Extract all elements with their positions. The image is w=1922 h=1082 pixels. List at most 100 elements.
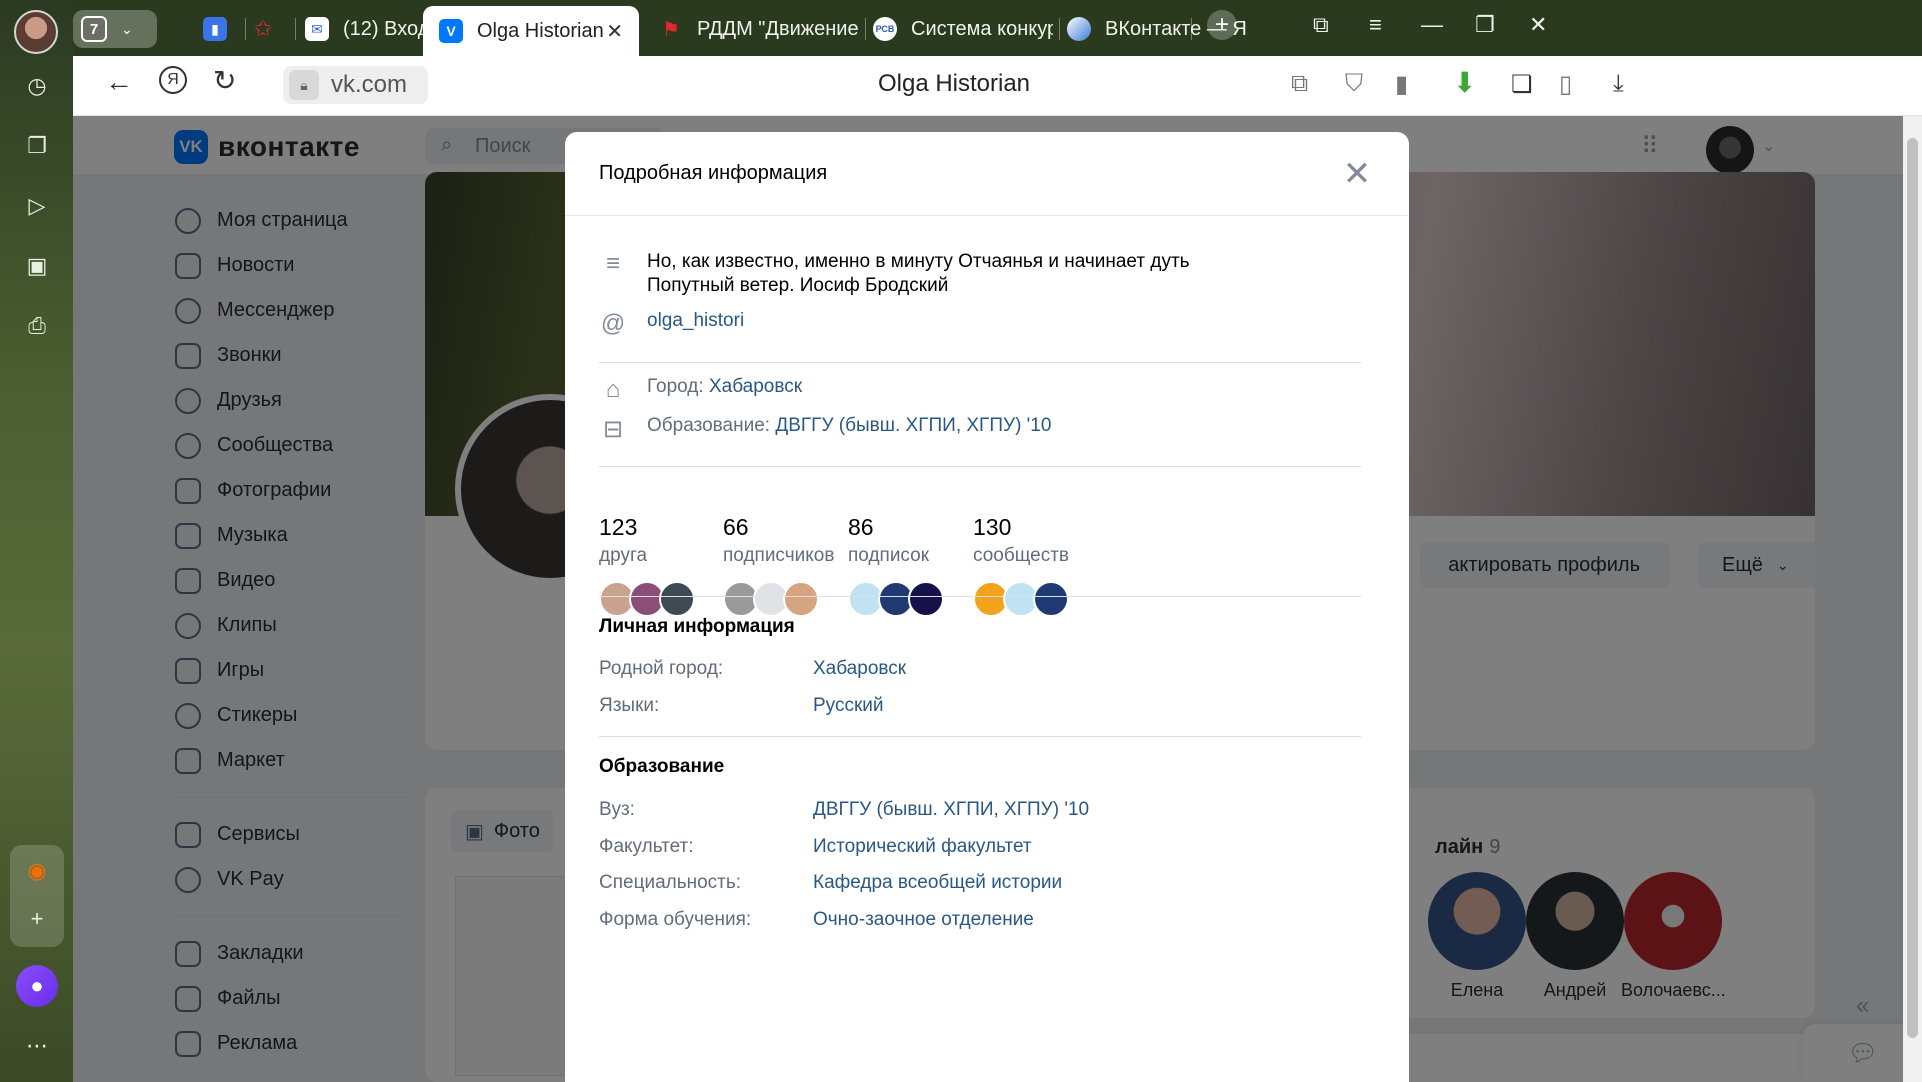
tab-label: Система конкурсо [911,17,1053,40]
city-label: Город: [647,376,704,397]
counter-label: сообществ [973,545,1070,566]
side-panel-tools: ◉ + [10,845,64,947]
counter-label: подписок [848,545,930,566]
divider [599,362,1361,363]
more-icon[interactable]: ⋯ [17,1026,57,1066]
nickname-row: @ olga_histori [599,310,744,338]
study-form-link[interactable]: Очно-заочное отделение [813,909,1034,931]
collections-icon[interactable]: ❐ [17,126,57,166]
divider [599,736,1361,737]
education-title: Образование [599,756,725,777]
music-icon[interactable]: ◉ [17,851,57,891]
avatar-stack [723,581,834,617]
browser-side-panel: ◷ ❐ ▷ ▣ ⎙ ◉ + ● ⋯ [0,0,73,1082]
protect-icon[interactable]: ⛉ [1345,70,1363,98]
collections-toolbar-icon[interactable]: ❏ [1511,70,1533,99]
avatar [1033,581,1069,617]
counter-number: 66 [723,514,749,540]
tab-label: РДДМ "Движение [697,17,859,40]
counter-number: 123 [599,514,638,540]
hometown-label: Родной город: [599,658,724,679]
faculty-label: Факультет: [599,836,694,857]
tab-count-button[interactable]: 7 ⌄ [73,10,157,48]
star-icon: ✩ [253,16,273,41]
close-tab-icon[interactable]: ✕ [606,19,623,44]
at-icon: @ [600,310,626,337]
restore-icon[interactable]: ❐ [1475,12,1495,38]
counter-number: 130 [973,514,1012,540]
chevron-down-icon: ⌄ [121,20,133,37]
avatar-stack [848,581,944,617]
education-label: Образование: [647,415,771,436]
university-label: Вуз: [599,799,635,820]
university-link[interactable]: ДВГГУ (бывш. ХГПИ, ХГПУ) '10 [813,799,1089,821]
nickname-link[interactable]: olga_histori [647,310,744,332]
status-text: Но, как известно, именно в минуту Отчаян… [647,251,1190,296]
avatar [908,581,944,617]
address-bar: ← Я ↻ 🔒︎ vk.com Olga Historian ⧉ ⛉ ▮ ⬇ ❏… [73,56,1922,116]
city-link[interactable]: Хабаровск [709,376,802,398]
personal-info-title: Личная информация [599,616,795,637]
translate-icon[interactable]: ⧉ [1291,70,1308,98]
downloads-icon[interactable]: ⤓ [1613,70,1624,98]
avatar [783,581,819,617]
alice-assistant-icon[interactable]: ● [16,965,58,1007]
followers-counter[interactable]: 66 подписчиков [723,514,834,617]
scrollbar-thumb[interactable] [1907,138,1918,1038]
calendar-icon[interactable]: ▣ [17,246,57,286]
close-window-icon[interactable]: ✕ [1529,12,1547,38]
tab-rddm[interactable]: ⚑ РДДМ "Движение [659,8,859,50]
history-icon[interactable]: ◷ [17,66,57,106]
user-avatar-icon[interactable] [14,10,58,54]
hometown-link[interactable]: Хабаровск [813,658,906,680]
languages-label: Языки: [599,695,660,716]
mail-icon: ✉ [305,17,329,41]
counter-label: друга [599,545,648,566]
new-tab-button[interactable]: + [1207,10,1237,40]
bookmarks-panel-icon[interactable]: ⧉ [1313,12,1329,38]
contest-icon: РСВ [873,17,897,41]
subscriptions-counter[interactable]: 86 подписок [848,514,944,617]
rddm-icon: ⚑ [662,18,680,41]
avatar-stack [599,581,695,617]
home-icon: ⌂ [605,376,621,403]
education-row: ⊟ Образование: ДВГГУ (бывш. ХГПИ, ХГПУ) … [599,415,1052,443]
screenshot-icon[interactable]: ⎙ [17,306,57,346]
scrollbar[interactable] [1903,116,1922,1082]
close-button[interactable]: ✕ [1337,154,1377,194]
tab-count: 7 [81,16,107,42]
vk-icon: V [439,19,463,43]
counter-label: подписчиков [723,545,835,566]
tab-pinned-2[interactable]: ✩ [251,8,287,50]
divider [599,596,1361,597]
add-icon[interactable]: + [17,899,57,939]
details-modal: Подробная информация ✕ ≡ Но, как известн… [565,132,1409,1082]
communities-counter[interactable]: 130 сообществ [973,514,1069,617]
education-link[interactable]: ДВГГУ (бывш. ХГПИ, ХГПУ) '10 [775,415,1051,437]
bookmark-icon[interactable]: ▮ [1395,70,1408,99]
modal-header: Подробная информация ✕ [565,132,1409,216]
study-form-label: Форма обучения: [599,909,752,930]
specialty-link[interactable]: Кафедра всеобщей истории [813,872,1062,894]
minimize-icon[interactable]: — [1421,12,1443,38]
text-lines-icon: ≡ [605,250,620,277]
avatar [659,581,695,617]
tab-bar: ▮ ✩ ✉ (12) Входящие - По V Olga Historia… [73,0,1922,56]
tab-pinned-1[interactable]: ▮ [203,8,239,50]
languages-link[interactable]: Русский [813,695,884,717]
vk-yandex-icon [1067,17,1091,41]
tab-contest[interactable]: РСВ Система конкурсо [873,8,1053,50]
tab-active[interactable]: V Olga Historian ✕ [423,6,639,56]
download-extension-icon[interactable]: ⬇ [1453,66,1476,99]
friends-counter[interactable]: 123 друга [599,514,695,617]
modal-title: Подробная информация [599,162,828,184]
faculty-link[interactable]: Исторический факультет [813,836,1032,858]
tab-label: Olga Historian [477,19,604,42]
menu-icon[interactable]: ≡ [1369,12,1382,38]
counter-number: 86 [848,514,874,540]
play-icon[interactable]: ▷ [17,186,57,226]
city-row: ⌂ Город: Хабаровск [599,376,802,404]
avatar-stack [973,581,1069,617]
extension-icon[interactable]: ▯ [1559,70,1572,99]
specialty-label: Специальность: [599,872,742,893]
